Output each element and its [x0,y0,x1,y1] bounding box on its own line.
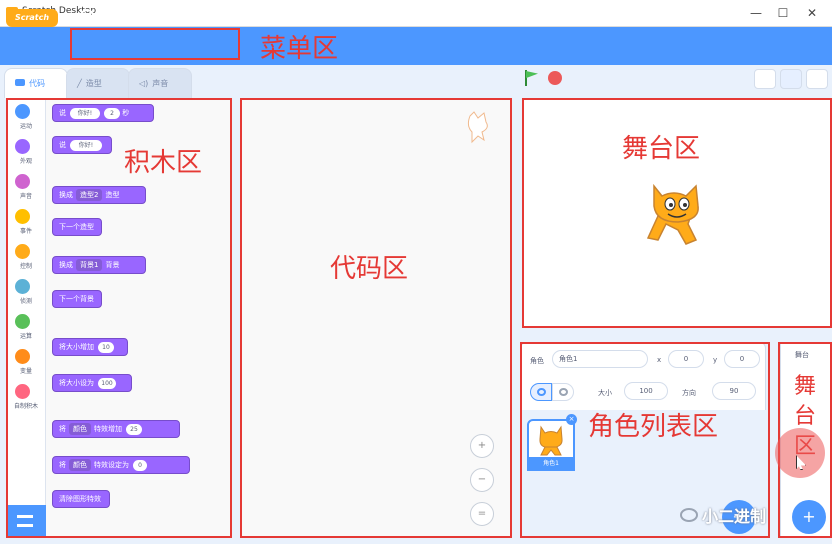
menu-tutorials[interactable]: 教程 [214,11,232,24]
chevron-down-icon[interactable]: ▼ [96,10,101,18]
menu-highlight-box [70,28,240,60]
tab-code-label: 代码 [29,79,45,88]
code-highlight-box [240,98,512,538]
click-highlight [775,428,825,478]
scratch-logo[interactable]: Scratch [6,9,58,27]
code-tab-icon [15,79,25,86]
stage-area-annotation: 舞台区 [622,134,701,164]
maximize-button[interactable]: ☐ [771,4,795,22]
green-flag-icon[interactable] [526,71,538,79]
menu-edit[interactable]: 编辑 [152,11,170,24]
tab-sounds-label: 声音 [152,79,169,88]
speaker-icon: ◁) [139,79,149,88]
fullscreen-button[interactable] [806,69,828,89]
sprite-list-annotation: 角色列表区 [588,412,719,442]
tab-costumes-label: 造型 [85,79,102,88]
tab-costumes[interactable]: ╱ 造型 [66,68,130,98]
lightbulb-icon [200,10,209,19]
code-area-annotation: 代码区 [330,254,409,284]
image-plus-icon: + [802,507,816,526]
tab-code[interactable]: 代码 [4,68,68,98]
close-button[interactable]: ✕ [800,4,824,22]
tab-sounds[interactable]: ◁) 声音 [128,68,192,98]
wechat-icon [680,508,698,522]
menu-file[interactable]: 文件 [116,11,134,24]
menu-area-annotation: 菜单区 [260,34,339,64]
stop-icon[interactable] [548,71,562,85]
minimize-button[interactable]: — [744,4,768,22]
blocks-area-annotation: 积木区 [124,148,203,178]
add-backdrop-button[interactable]: + [792,500,826,534]
brush-icon: ╱ [77,79,82,88]
small-stage-button[interactable] [754,69,776,89]
normal-stage-button[interactable] [780,69,802,89]
globe-icon[interactable] [80,9,94,23]
watermark-text: 小二进制 [702,507,767,526]
